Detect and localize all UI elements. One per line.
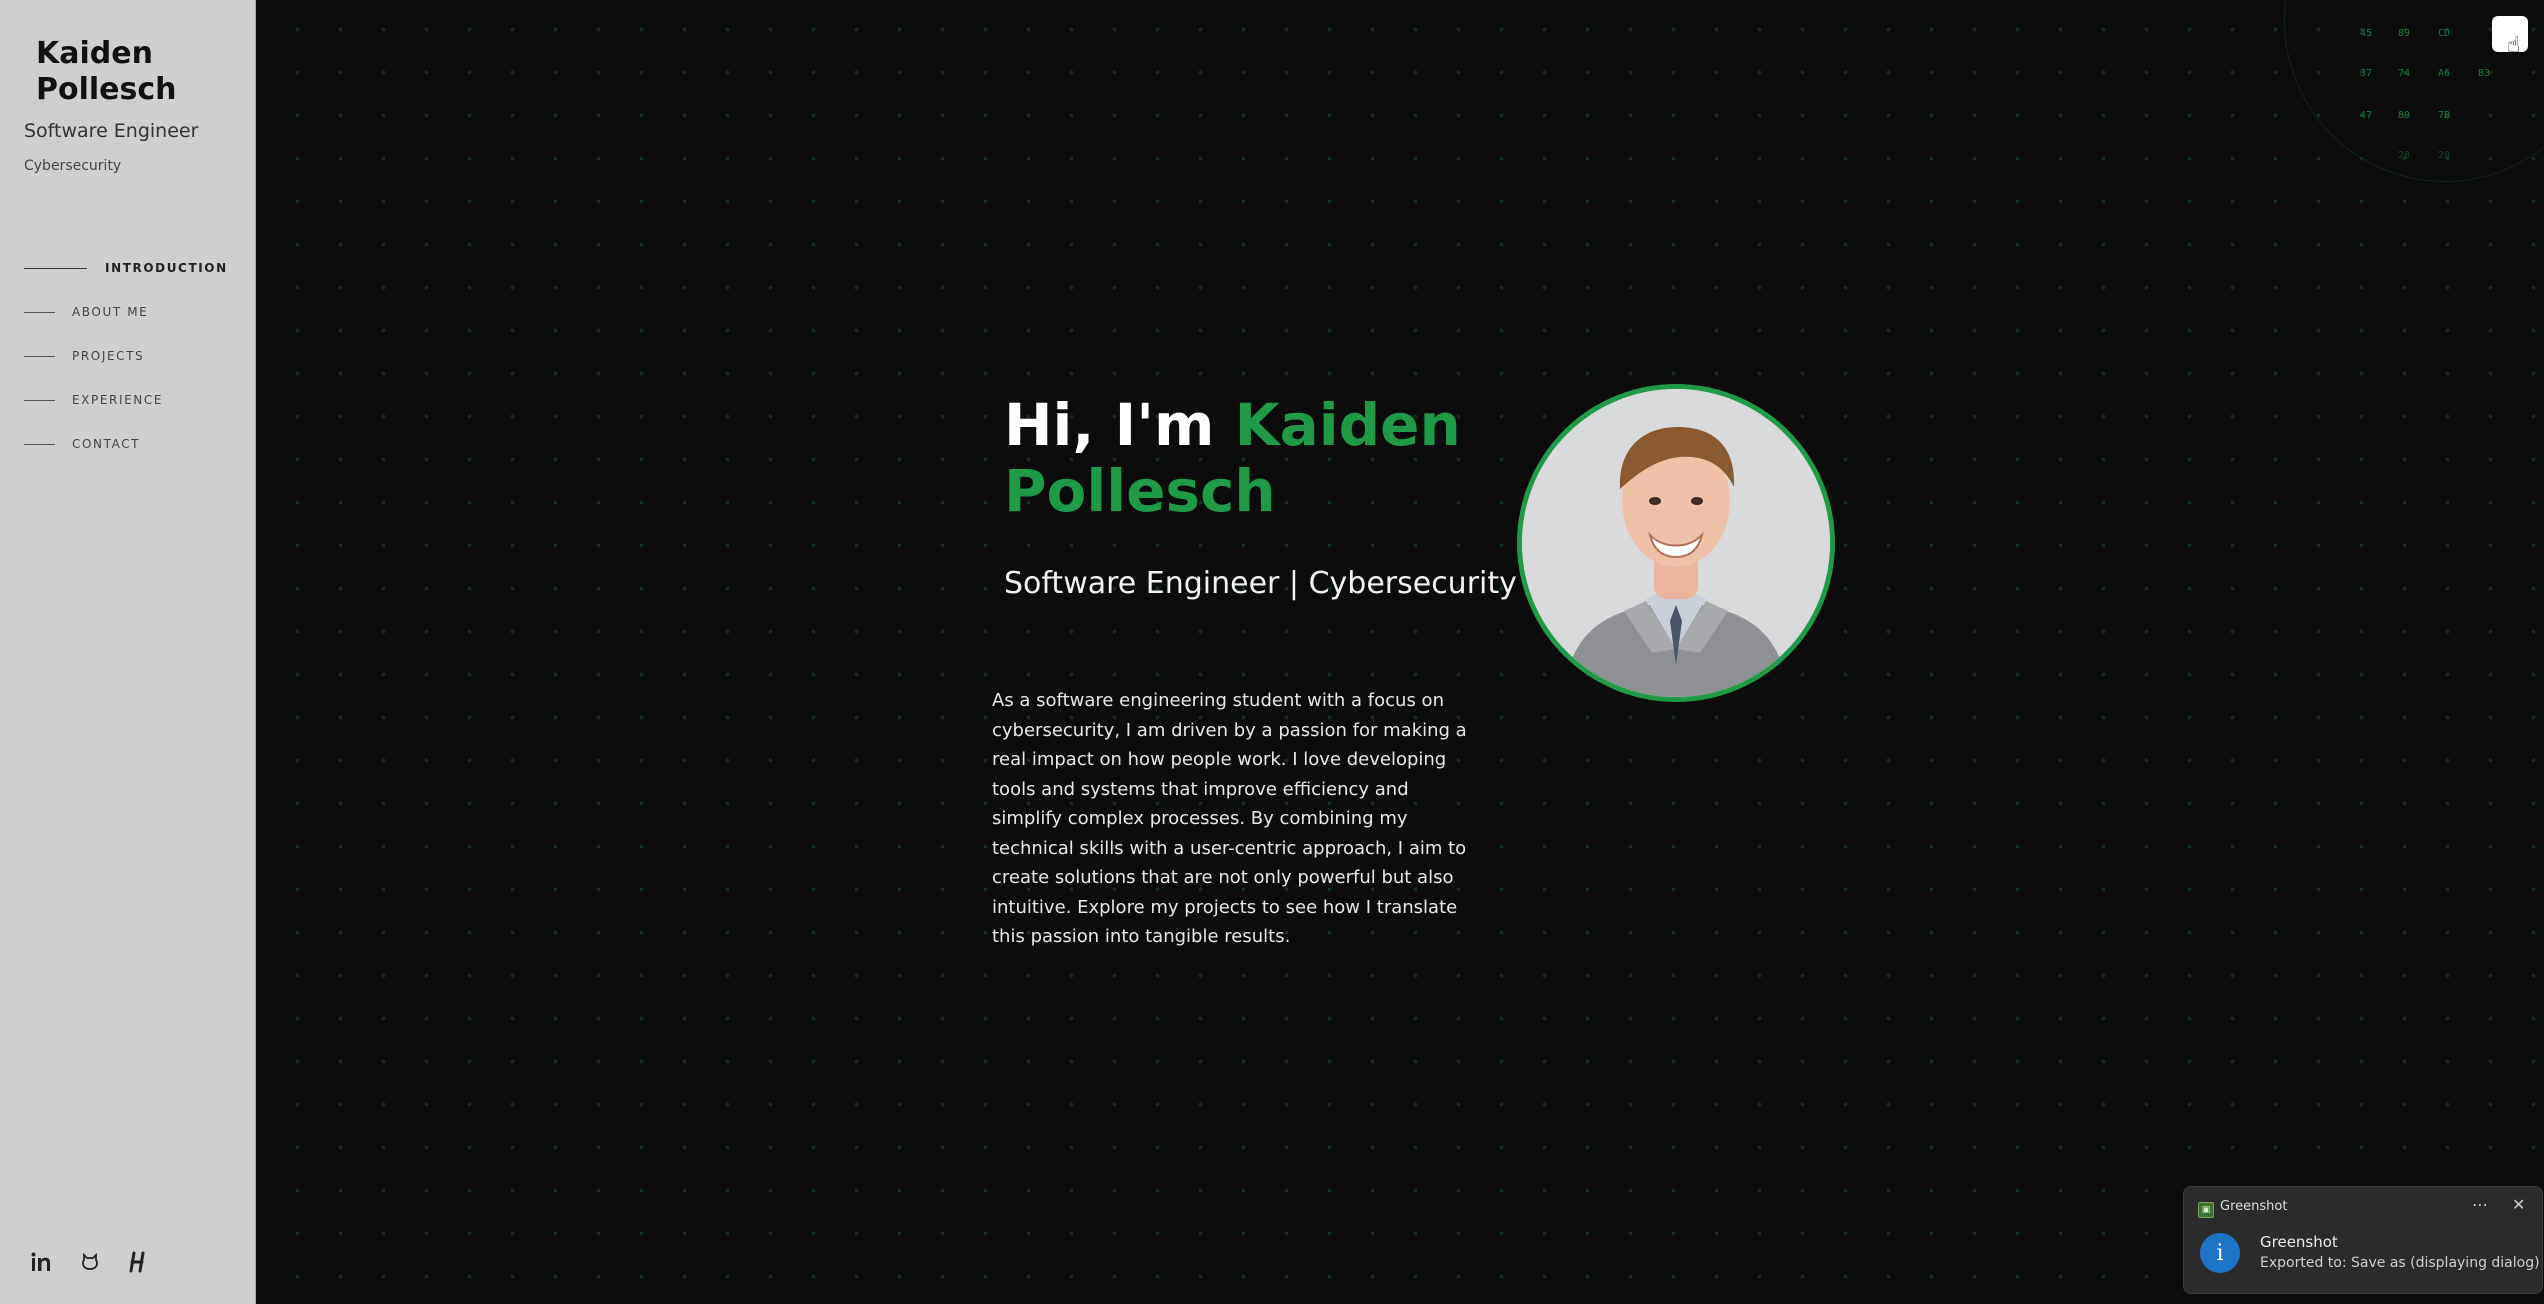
hex-value: 37 <box>2360 68 2373 79</box>
nav-item-label: CONTACT <box>72 437 141 451</box>
site-owner-focus: Cybersecurity <box>24 158 122 174</box>
sidebar: Kaiden Pollesch Software Engineer Cybers… <box>0 0 256 1304</box>
site-owner-name[interactable]: Kaiden Pollesch <box>36 36 236 108</box>
social-links <box>30 1250 150 1274</box>
hero-name-first: Kaiden <box>1234 391 1461 459</box>
nav-indicator-line <box>24 399 55 401</box>
nav-item-introduction[interactable]: INTRODUCTION <box>24 246 228 290</box>
hero-greeting: Hi, I'm <box>1004 391 1235 459</box>
hex-value: 45 <box>2360 28 2373 39</box>
github-icon[interactable] <box>78 1250 102 1274</box>
github-glyph <box>82 1252 98 1270</box>
toast-title: Greenshot <box>2260 1233 2338 1251</box>
section-nav: INTRODUCTION ABOUT ME PROJECTS EXPERIENC… <box>24 246 228 466</box>
notification-toast[interactable]: ▣ Greenshot ⋯ ✕ i Greenshot Exported to:… <box>2183 1186 2543 1294</box>
nav-item-contact[interactable]: CONTACT <box>24 422 228 466</box>
nav-item-label: EXPERIENCE <box>72 393 164 407</box>
hero-heading: Hi, I'm Kaiden Pollesch <box>1004 392 1524 524</box>
nav-item-label: ABOUT ME <box>72 305 149 319</box>
profile-photo-portrait <box>1522 389 1830 697</box>
toast-message: Exported to: Save as (displaying dialog) <box>2260 1255 2540 1271</box>
nav-item-experience[interactable]: EXPERIENCE <box>24 378 228 422</box>
hackerrank-glyph <box>129 1251 145 1273</box>
profile-photo <box>1517 384 1835 702</box>
nav-item-label: INTRODUCTION <box>105 261 228 275</box>
hex-value: CD <box>2438 28 2451 39</box>
nav-indicator-line <box>24 267 87 269</box>
hex-value: 20 <box>2438 150 2451 161</box>
main-content: Hi, I'm Kaiden Pollesch Software Enginee… <box>256 0 2544 1304</box>
hero-subtitle: Software Engineer | Cybersecurity <box>1004 566 1517 601</box>
mouse-cursor-icon: ☝ <box>2507 33 2521 58</box>
linkedin-glyph <box>31 1252 50 1271</box>
hackerrank-icon[interactable] <box>126 1250 150 1274</box>
hex-value: 7B <box>2438 110 2451 121</box>
hex-value: 89 <box>2398 28 2411 39</box>
hex-value: 89 <box>2398 110 2411 121</box>
more-options-icon[interactable]: ⋯ <box>2472 1195 2488 1214</box>
hex-value: 74 <box>2398 68 2411 79</box>
nav-indicator-line <box>24 443 55 445</box>
toast-app-name: Greenshot <box>2220 1199 2288 1214</box>
hex-value: 28 <box>2398 150 2411 161</box>
hex-value: 47 <box>2360 110 2373 121</box>
nav-item-label: PROJECTS <box>72 349 145 363</box>
nav-item-about-me[interactable]: ABOUT ME <box>24 290 228 334</box>
site-owner-role: Software Engineer <box>24 120 199 142</box>
nav-item-projects[interactable]: PROJECTS <box>24 334 228 378</box>
hero-name-last: Pollesch <box>1004 457 1276 525</box>
close-icon[interactable]: ✕ <box>2512 1195 2525 1214</box>
hex-value: B3 <box>2478 68 2491 79</box>
hex-value: A6 <box>2438 68 2451 79</box>
greenshot-app-icon: ▣ <box>2198 1202 2214 1218</box>
info-icon: i <box>2200 1233 2240 1273</box>
nav-indicator-line <box>24 311 55 313</box>
linkedin-icon[interactable] <box>30 1250 54 1274</box>
nav-indicator-line <box>24 355 55 357</box>
hero-description: As a software engineering student with a… <box>992 690 1467 947</box>
